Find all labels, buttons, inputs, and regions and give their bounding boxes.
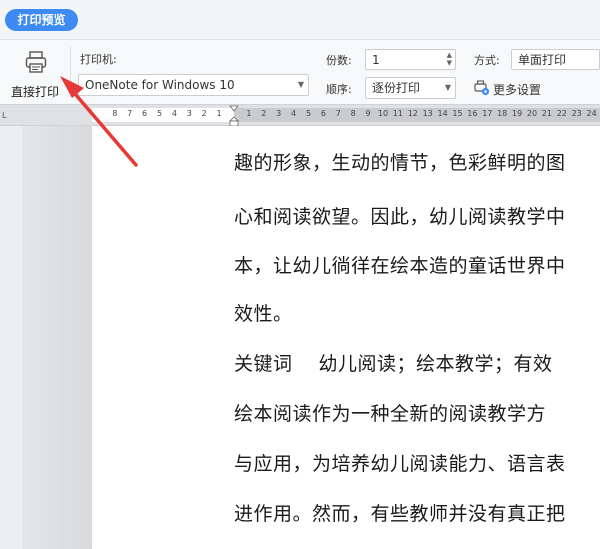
- ruler-tick: 24: [586, 109, 597, 118]
- printer-icon: [25, 51, 47, 73]
- ruler-tick: 3: [276, 109, 282, 118]
- ruler-tick: 13: [422, 109, 433, 118]
- ruler-tick: 6: [142, 109, 148, 118]
- ruler-tick: 7: [335, 109, 341, 118]
- doc-line: 与应用，为培养幼儿阅读能力、语言表: [234, 453, 566, 475]
- doc-line: 进作用。然而，有些教师并没有真正把: [234, 503, 566, 525]
- ruler-tick: 4: [291, 109, 297, 118]
- top-tab-bar: 打印预览: [0, 0, 600, 40]
- doc-line: 绘本阅读作为一种全新的阅读教学方: [234, 403, 547, 425]
- print-toolbar: 直接打印 打印机: OneNote for Windows 10 ▼ 份数: 1…: [0, 40, 600, 104]
- chevron-down-icon: ▼: [444, 83, 451, 92]
- ruler-tick: 11: [392, 109, 403, 118]
- page-shadow: [22, 126, 92, 549]
- mode-select[interactable]: 单面打印: [511, 49, 600, 70]
- copies-label: 份数:: [326, 54, 352, 67]
- ruler-tick: 15: [452, 109, 463, 118]
- ruler-tick: 1: [216, 109, 222, 118]
- ruler-tick: 19: [512, 109, 523, 118]
- tab-print-preview[interactable]: 打印预览: [5, 9, 78, 31]
- stepper-arrows-icon[interactable]: ▲ ▼: [447, 51, 452, 67]
- ruler-tick: 10: [377, 109, 389, 118]
- doc-line: 心和阅读欲望。因此，幼儿阅读教学中: [234, 206, 566, 228]
- printer-select[interactable]: OneNote for Windows 10 ▼: [78, 74, 309, 96]
- doc-line: 关键词 幼儿阅读；绘本教学；有效: [234, 353, 553, 375]
- ruler-tick: 21: [541, 109, 552, 118]
- more-settings-label: 更多设置: [493, 83, 542, 97]
- ruler-tick: 5: [305, 109, 312, 118]
- doc-line: 效性。: [234, 303, 293, 325]
- ruler-tick: 18: [497, 109, 508, 118]
- direct-print-label: 直接打印: [10, 85, 59, 99]
- direct-print-button[interactable]: 直接打印: [3, 46, 65, 100]
- doc-line: 趣的形象，生动的情节，色彩鲜明的图: [234, 152, 566, 174]
- ruler-corner-mark: L: [2, 111, 7, 120]
- ruler-tick: 16: [467, 109, 478, 118]
- ruler-tick: 5: [156, 109, 163, 118]
- indent-marker-icon[interactable]: [229, 105, 239, 127]
- printer-label: 打印机:: [80, 53, 117, 66]
- ruler-tick: 12: [407, 109, 418, 118]
- ruler-tick: 3: [186, 109, 192, 118]
- ruler-tick: 1: [246, 109, 252, 118]
- toolbar-divider: [70, 46, 71, 96]
- chevron-down-icon: ▼: [297, 80, 304, 89]
- order-value: 逐份打印: [372, 81, 421, 95]
- mode-value: 单面打印: [518, 53, 567, 67]
- copies-value: 1: [372, 53, 380, 67]
- ruler-tick: 17: [482, 109, 493, 118]
- ruler-tick: 7: [127, 109, 133, 118]
- ruler-tick: 8: [350, 109, 356, 118]
- ruler-tick: 23: [571, 109, 582, 118]
- horizontal-ruler[interactable]: L 8 7 6 5 4 3 2 1 1 2 3 4 5 6 7 8 9 10 11 12 13 14 15 16 17 18 19 2…: [0, 104, 600, 127]
- ruler-tick: 9: [365, 109, 371, 118]
- ruler-tick: 4: [171, 109, 177, 118]
- order-select[interactable]: 逐份打印 ▼: [365, 77, 456, 99]
- ruler-tick: 22: [556, 109, 567, 118]
- document-page: 趣的形象，生动的情节，色彩鲜明的图 心和阅读欲望。因此，幼儿阅读教学中 本，让幼…: [92, 126, 600, 549]
- ruler-tick: 2: [261, 109, 267, 118]
- settings-printer-icon: [474, 80, 490, 96]
- doc-line: 本，让幼儿徜徉在绘本造的童话世界中: [234, 255, 566, 277]
- ruler-tick: 20: [526, 109, 538, 118]
- ruler-tick: 6: [320, 109, 326, 118]
- mode-label: 方式:: [474, 54, 500, 67]
- ruler-tick: 2: [201, 109, 207, 118]
- ruler-tick: 14: [437, 109, 448, 118]
- copies-stepper[interactable]: 1 ▲ ▼: [365, 49, 456, 70]
- printer-value: OneNote for Windows 10: [85, 78, 235, 92]
- order-label: 顺序:: [326, 83, 352, 96]
- ruler-tick: 8: [112, 109, 118, 118]
